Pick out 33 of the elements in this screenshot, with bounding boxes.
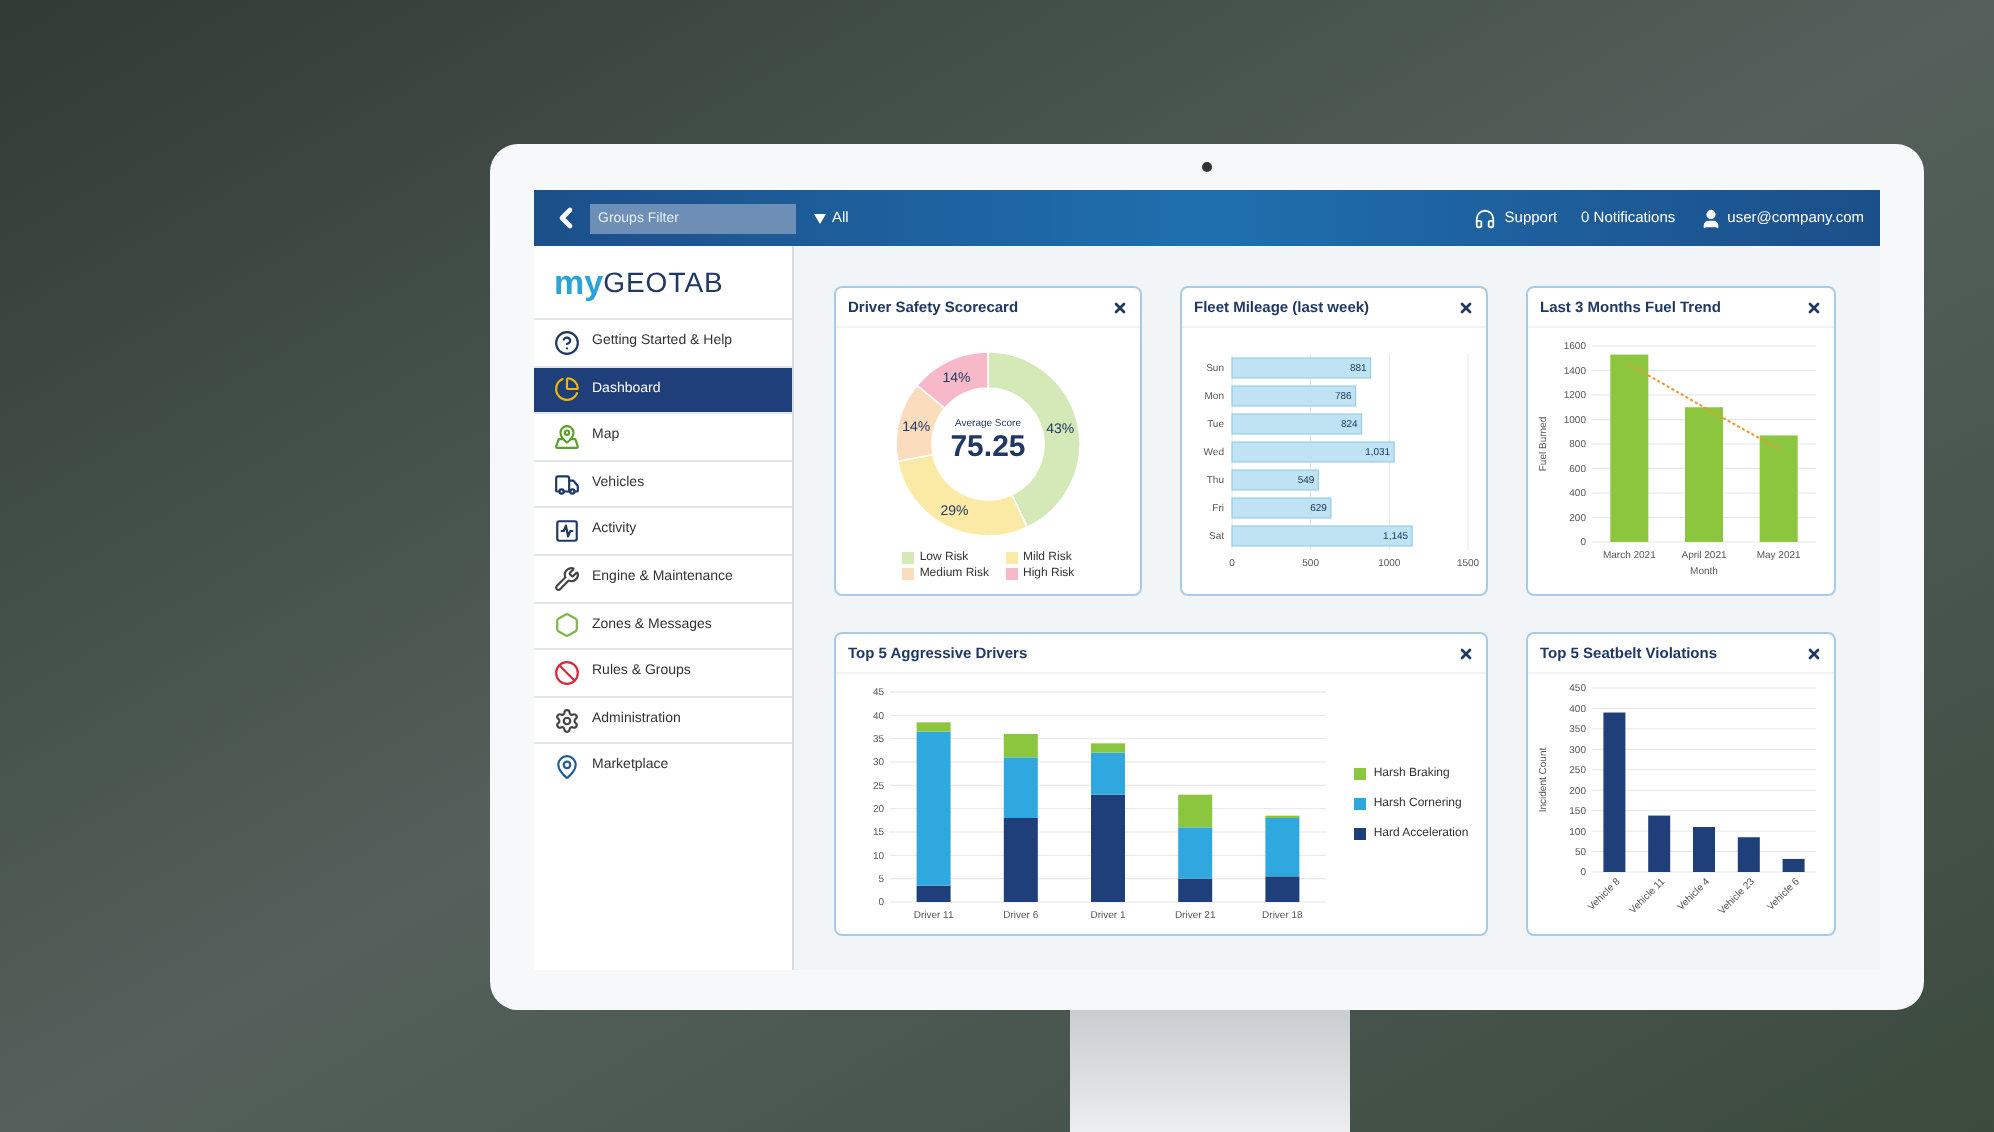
logo-prefix: my <box>554 265 604 299</box>
bar <box>1758 434 1797 541</box>
bar <box>1231 356 1372 378</box>
map-pin-icon <box>554 754 580 781</box>
bar <box>1231 496 1332 518</box>
dropdown-triangle-icon[interactable] <box>814 213 826 223</box>
close-icon[interactable] <box>1458 299 1474 315</box>
hexagon-icon <box>554 612 580 639</box>
close-icon[interactable] <box>1806 645 1822 661</box>
settings-icon <box>554 707 580 734</box>
bar <box>1231 468 1319 490</box>
map-pin-icon <box>554 423 580 450</box>
close-icon[interactable] <box>1112 299 1128 315</box>
wrench-icon <box>554 565 580 592</box>
bar <box>1781 858 1804 872</box>
bar <box>1736 837 1759 872</box>
close-icon[interactable] <box>1806 299 1822 315</box>
bar <box>1692 827 1714 872</box>
headset-icon[interactable] <box>1474 207 1497 229</box>
logo-name: GEOTAB <box>603 268 724 296</box>
help-icon <box>554 329 580 356</box>
bar <box>1684 406 1722 541</box>
bar <box>1231 384 1357 406</box>
bar <box>1003 818 1038 902</box>
score-value: 75.25 <box>950 430 1026 468</box>
bar <box>1231 412 1363 434</box>
bar <box>1647 815 1670 872</box>
activity-icon <box>554 518 580 545</box>
user-icon[interactable] <box>1699 207 1722 229</box>
pie-chart-icon <box>554 376 580 403</box>
ban-icon <box>554 659 580 686</box>
truck-icon <box>554 471 580 498</box>
close-icon[interactable] <box>1458 645 1474 661</box>
